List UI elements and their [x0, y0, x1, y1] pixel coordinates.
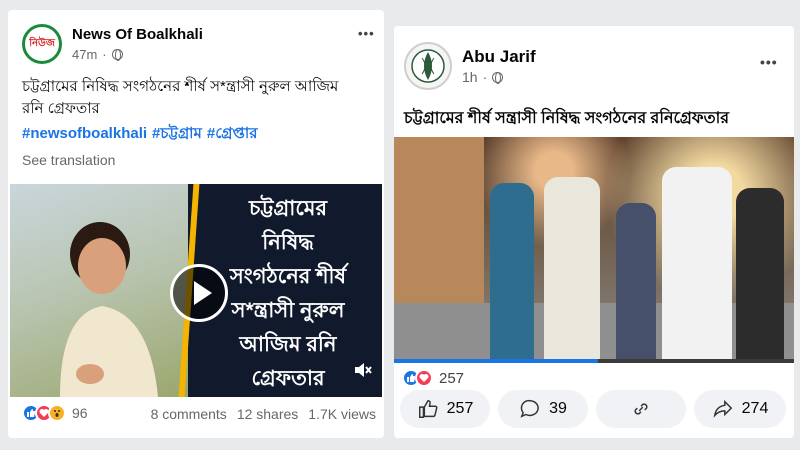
name-block: News Of Boalkhali 47m · [72, 26, 203, 62]
hashtag-link[interactable]: #চট্টগ্রাম [152, 125, 202, 142]
video-scene-wall [394, 137, 484, 317]
left-post-header: নিউজ News Of Boalkhali 47m · [22, 24, 203, 64]
comments-count-link[interactable]: 8 comments [151, 406, 227, 422]
views-count: 1.7K views [308, 406, 376, 422]
video-player[interactable] [394, 137, 794, 363]
globe-icon [492, 71, 504, 84]
name-block: Abu Jarif 1h · [462, 47, 536, 85]
copy-link-button[interactable] [596, 390, 686, 428]
avatar-emblem [411, 49, 445, 83]
mute-icon[interactable] [354, 362, 372, 383]
video-figure [736, 188, 784, 363]
left-post-card: নিউজ News Of Boalkhali 47m · ••• চট্টগ্র… [8, 10, 384, 438]
globe-icon [111, 49, 123, 61]
comment-button[interactable]: 39 [498, 390, 588, 428]
overlay-line: চট্টগ্রামের [248, 197, 328, 220]
shares-count-link[interactable]: 12 shares [237, 406, 298, 422]
comment-count: 39 [549, 400, 567, 417]
like-button[interactable]: 257 [400, 390, 490, 428]
action-bar: 257 39 274 [400, 390, 786, 428]
hashtag-link[interactable]: #গ্রেপ্তার [207, 125, 258, 142]
video-figure [616, 203, 656, 363]
post-text-line: রনি গ্রেফতার [22, 100, 100, 117]
share-count: 274 [741, 400, 769, 417]
hashtag-link[interactable]: #newsofboalkhali [22, 125, 147, 142]
post-time[interactable]: 47m [72, 47, 97, 62]
video-player[interactable]: চট্টগ্রামের নিষিদ্ধ সংগঠনের শীর্ষ স*ন্ত্… [10, 184, 382, 397]
post-text-line: চট্টগ্রামের নিষিদ্ধ সংগঠনের শীর্ষ স*ন্ত্… [22, 78, 339, 95]
share-button[interactable]: 274 [694, 390, 786, 428]
overlay-line: নিষিদ্ধ [262, 231, 314, 254]
reaction-summary[interactable]: 257 [402, 369, 464, 387]
video-progress-bar[interactable] [394, 359, 794, 363]
author-name[interactable]: Abu Jarif [462, 47, 536, 67]
avatar[interactable]: নিউজ [22, 24, 62, 64]
link-icon [634, 403, 648, 415]
hashtags: #newsofboalkhali #চট্টগ্রাম #গ্রেপ্তার [22, 122, 262, 147]
share-icon [713, 399, 732, 418]
like-count: 257 [446, 400, 474, 417]
avatar[interactable] [404, 42, 452, 90]
more-options-button[interactable]: ••• [760, 54, 778, 70]
play-icon[interactable] [170, 264, 228, 322]
video-progress-fill [394, 359, 598, 363]
post-meta: 47m · [72, 47, 203, 62]
wow-reaction-icon [48, 404, 66, 422]
post-stats: 8 comments 12 shares 1.7K views [151, 406, 376, 422]
like-icon [418, 400, 438, 418]
right-post-header: Abu Jarif 1h · [404, 42, 536, 90]
video-figure [662, 167, 732, 363]
love-reaction-icon [415, 369, 433, 387]
overlay-line: গ্রেফতার [251, 367, 325, 390]
reaction-summary[interactable]: 96 [22, 404, 88, 422]
right-post-card: Abu Jarif 1h · ••• চট্টগ্রামের শীর্ষ সন্… [394, 26, 794, 438]
author-name[interactable]: News Of Boalkhali [72, 26, 203, 43]
post-meta: 1h · [462, 69, 536, 85]
reaction-count: 257 [439, 369, 465, 387]
video-figure-officer [490, 183, 534, 363]
video-figure [544, 177, 600, 363]
person-photo [60, 222, 158, 397]
dot-separator: · [482, 69, 488, 85]
overlay-line: আজিম রনি [239, 333, 337, 356]
dot-separator: · [102, 47, 107, 62]
avatar-logo-text: নিউজ [29, 38, 55, 49]
post-time[interactable]: 1h [462, 69, 478, 85]
post-text: চট্টগ্রামের শীর্ষ সন্ত্রাসী নিষিদ্ধ সংগঠ… [404, 110, 730, 127]
see-translation-link[interactable]: See translation [22, 152, 115, 168]
post-text: চট্টগ্রামের নিষিদ্ধ সংগঠনের শীর্ষ স*ন্ত্… [22, 76, 377, 120]
reaction-count: 96 [72, 405, 88, 421]
more-options-button[interactable]: ••• [358, 26, 375, 41]
comment-icon [520, 399, 539, 418]
